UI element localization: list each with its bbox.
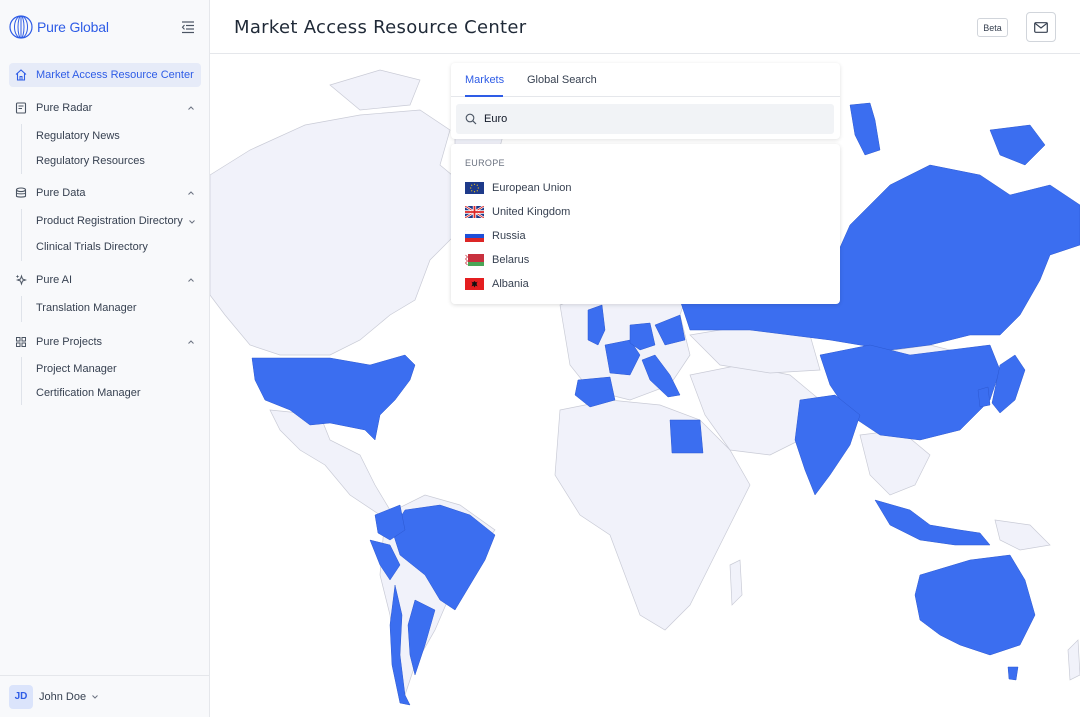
chevron-down-icon	[92, 694, 98, 699]
region-tasmania[interactable]	[1007, 666, 1019, 681]
submenu-line	[21, 124, 22, 174]
submenu-line	[21, 296, 22, 322]
brand-logo[interactable]: Pure Global	[9, 14, 109, 40]
region-russia-north-islands[interactable]	[989, 124, 1046, 166]
user-name: John Doe	[39, 690, 87, 703]
region-india[interactable]	[794, 394, 861, 496]
section-pure-data[interactable]: Pure Data	[9, 183, 201, 203]
nav-label: Market Access Resource Center	[36, 69, 194, 81]
region-canada[interactable]	[210, 109, 471, 356]
region-indonesia[interactable]	[874, 499, 991, 546]
submenu-line	[21, 357, 22, 405]
top-header: Market Access Resource Center Beta	[210, 0, 1080, 54]
chevron-up-icon	[188, 106, 194, 110]
globe-logo-icon	[9, 15, 33, 39]
section-label: Pure Radar	[36, 102, 93, 114]
market-search-panel: Markets Global Search	[451, 63, 840, 139]
nav-product-registration-directory[interactable]: Product Registration Directory	[36, 215, 183, 227]
result-label: United Kingdom	[492, 206, 571, 218]
nav-regulatory-news[interactable]: Regulatory News	[36, 130, 120, 142]
mail-icon	[1034, 21, 1048, 33]
region-south-korea[interactable]	[977, 386, 991, 408]
tab-markets[interactable]: Markets	[465, 74, 504, 86]
section-pure-radar[interactable]: Pure Radar	[9, 98, 201, 118]
section-label: Pure Projects	[36, 336, 103, 348]
region-nz[interactable]	[1067, 639, 1080, 681]
chevron-up-icon	[188, 278, 194, 282]
nav-market-access-resource-center[interactable]: Market Access Resource Center	[9, 63, 201, 87]
region-alaska-north[interactable]	[329, 69, 421, 111]
sidebar: Pure Global Market Access Resource Cente…	[0, 0, 210, 717]
uk-flag-icon	[465, 206, 484, 218]
search-icon	[465, 113, 477, 125]
section-pure-ai[interactable]: Pure AI	[9, 270, 201, 290]
section-label: Pure Data	[36, 187, 86, 199]
collapse-sidebar-icon[interactable]	[181, 20, 195, 34]
search-results-dropdown: EUROPE European Union United Kingdom Rus…	[451, 144, 840, 304]
result-russia[interactable]: Russia	[465, 228, 526, 244]
region-australia[interactable]	[914, 554, 1036, 656]
nav-regulatory-resources[interactable]: Regulatory Resources	[36, 155, 145, 167]
user-menu[interactable]: JD John Doe	[0, 675, 210, 717]
section-pure-projects[interactable]: Pure Projects	[9, 332, 201, 352]
region-egypt[interactable]	[669, 419, 704, 454]
chevron-up-icon	[188, 191, 194, 195]
page-title: Market Access Resource Center	[234, 17, 527, 38]
beta-badge: Beta	[977, 18, 1008, 37]
submenu-line	[21, 209, 22, 261]
chevron-up-icon	[188, 340, 194, 344]
result-belarus[interactable]: Belarus	[465, 252, 529, 268]
result-label: Albania	[492, 278, 529, 290]
belarus-flag-icon	[465, 254, 484, 266]
result-european-union[interactable]: European Union	[465, 180, 572, 196]
result-label: Belarus	[492, 254, 530, 266]
region-madagascar[interactable]	[729, 559, 743, 606]
result-albania[interactable]: Albania	[465, 276, 529, 292]
brand-name: Pure Global	[37, 19, 109, 35]
avatar: JD	[9, 684, 33, 709]
grid-icon	[16, 337, 26, 347]
search-tabs: Markets Global Search	[451, 63, 840, 97]
nav-translation-manager[interactable]: Translation Manager	[36, 302, 136, 314]
search-field[interactable]	[456, 104, 834, 134]
region-papua[interactable]	[994, 519, 1051, 551]
result-label: Russia	[492, 230, 526, 242]
albania-flag-icon	[465, 278, 484, 290]
nav-certification-manager[interactable]: Certification Manager	[36, 387, 141, 399]
chevron-down-icon[interactable]	[188, 218, 196, 226]
region-arctic-islands[interactable]	[849, 102, 881, 156]
home-icon	[15, 69, 27, 81]
results-group-label: EUROPE	[465, 158, 505, 168]
search-input[interactable]	[484, 113, 814, 125]
radar-doc-icon	[15, 102, 27, 114]
russia-flag-icon	[465, 230, 484, 242]
tab-global-search[interactable]: Global Search	[527, 74, 597, 86]
result-label: European Union	[492, 182, 572, 194]
region-united-states[interactable]	[251, 354, 416, 441]
messages-button[interactable]	[1026, 12, 1056, 42]
result-united-kingdom[interactable]: United Kingdom	[465, 204, 570, 220]
active-tab-indicator	[465, 95, 503, 97]
database-icon	[15, 187, 27, 198]
eu-flag-icon	[465, 182, 484, 194]
nav-clinical-trials-directory[interactable]: Clinical Trials Directory	[36, 241, 148, 253]
sparkle-icon	[15, 274, 27, 286]
section-label: Pure AI	[36, 274, 73, 286]
nav-project-manager[interactable]: Project Manager	[36, 363, 117, 375]
